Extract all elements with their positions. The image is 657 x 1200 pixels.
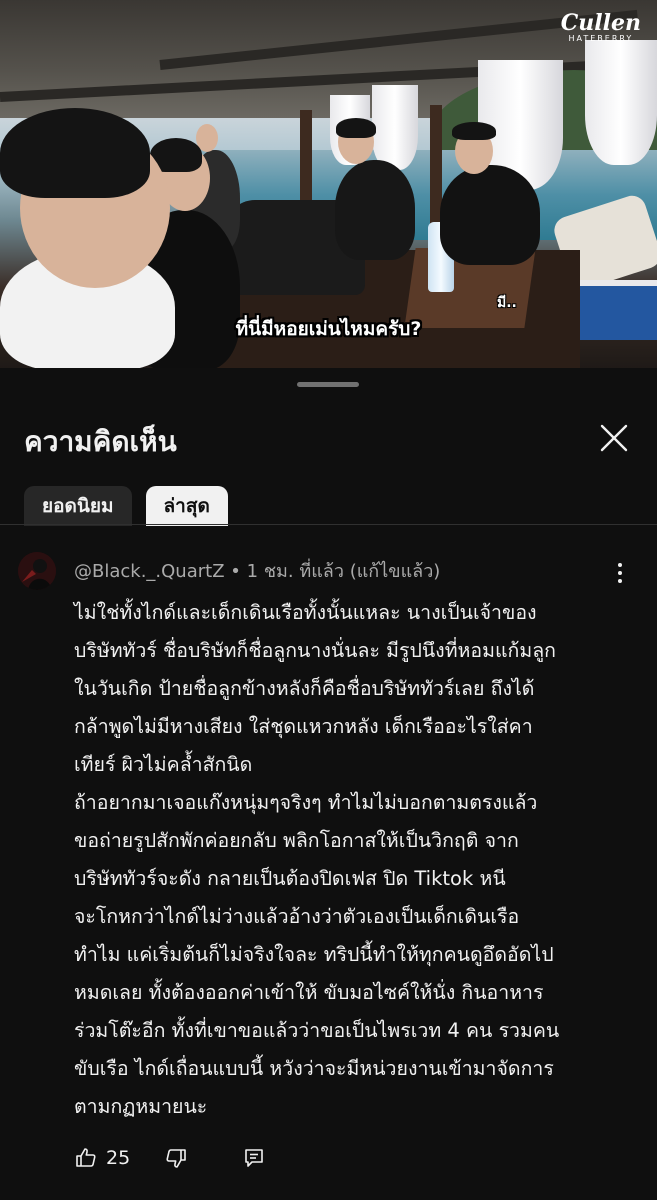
comment-line: บริษัททัวร์จะดัง กลายเป็นต้องปิดเฟส ปิด … <box>74 867 506 890</box>
thumbs-down-icon <box>166 1149 186 1168</box>
subtitle-side: มี.. <box>497 295 517 311</box>
person-hair <box>0 108 150 198</box>
reply-button[interactable] <box>242 1146 266 1170</box>
comment-edited: (แก้ไขแล้ว) <box>349 561 441 582</box>
thumbs-up-icon <box>76 1148 96 1167</box>
close-button[interactable] <box>592 416 636 460</box>
comment-line: ถ้าอยากมาเจอแก๊งหนุ่มๆจริงๆ ทำไมไม่บอกตา… <box>74 791 538 814</box>
comment-line: เทียร์ ผิวไม่คล้ำสักนิด <box>74 753 253 776</box>
sort-tabs: ยอดนิยม ล่าสุด <box>24 486 228 526</box>
like-button[interactable]: 25 <box>74 1146 130 1170</box>
comment-meta: @Black._.QuartZ • 1 ชม. ที่แล้ว (แก้ไขแล… <box>74 556 440 585</box>
dislike-button[interactable] <box>164 1146 188 1170</box>
sheet-title: ความคิดเห็น <box>24 425 177 458</box>
comment-line: หมดเลย ทั้งต้องออกค่าเข้าให้ ขับมอไซค์ให… <box>74 981 544 1004</box>
channel-watermark: Cullen HATEBERRY <box>561 12 641 43</box>
comment-line: ในวันเกิด ป้ายชื่อลูกข้างหลังก็คือชื่อบร… <box>74 677 535 700</box>
like-count: 25 <box>106 1147 131 1169</box>
watermark-sub-text: HATEBERRY <box>568 34 634 43</box>
tab-newest[interactable]: ล่าสุด <box>145 486 228 526</box>
comment-line: ตามกฏหมายนะ <box>74 1095 208 1118</box>
comment-author[interactable]: @Black._.QuartZ <box>74 561 225 582</box>
curtain <box>585 40 657 165</box>
video-frame[interactable]: Cullen HATEBERRY มี.. ที่นี่มีหอยเม่นไหม… <box>0 0 657 368</box>
more-vert-icon-dot <box>618 579 622 583</box>
sheet-drag-handle[interactable] <box>297 382 359 387</box>
comment-actions: 25 <box>74 1146 266 1170</box>
curtain <box>372 85 418 170</box>
meta-separator: • <box>230 561 241 582</box>
comment-line: ขอถ่ายรูปสักพักค่อยกลับ พลิกโอกาสให้เป็น… <box>74 829 519 852</box>
comment-line: บริษัททัวร์ ชื่อบริษัทก็ชื่อลูกนางนั่นละ… <box>74 639 556 662</box>
comments-sheet: ความคิดเห็น ยอดนิยม ล่าสุด @Black._.Quar… <box>0 368 657 1200</box>
comment-text: ไม่ใช่ทั้งไกด์และเด็กเดินเรือทั้งนั้นแหล… <box>74 594 644 1126</box>
person-woman <box>440 165 540 265</box>
avatar[interactable] <box>18 552 56 590</box>
close-icon <box>600 424 628 452</box>
tabs-divider <box>0 524 657 525</box>
person-hair <box>336 118 376 138</box>
person-back-center <box>335 160 415 260</box>
subtitle-main: ที่นี่มีหอยเม่นไหมครับ? <box>235 318 422 340</box>
comment-line: ร่วมโต๊ะอีก ทั้งที่เขาขอแล้วว่าขอเป็นไพร… <box>74 1019 560 1042</box>
comment-line: กล้าพูดไม่มีหางเสียง ใส่ชุดแหวกหลัง เด็ก… <box>74 715 533 738</box>
person-cap <box>452 122 496 140</box>
avatar-image <box>18 552 56 590</box>
comment-line: ทำไม แค่เริ่มต้นก็ไม่จริงใจละ ทริปนี้ทำใ… <box>74 943 554 966</box>
comment-line: ไม่ใช่ทั้งไกด์และเด็กเดินเรือทั้งนั้นแหล… <box>74 601 537 624</box>
reply-icon <box>245 1149 263 1167</box>
comment-line: ขับเรือ ไกด์เถื่อนแบบนี้ หวังว่าจะมีหน่ว… <box>74 1057 554 1080</box>
watermark-logo-text: Cullen <box>560 10 641 36</box>
comment-line: จะโกหกว่าไกด์ไม่ว่างแล้วอ้างว่าตัวเองเป็… <box>74 905 520 928</box>
tab-top[interactable]: ยอดนิยม <box>24 486 132 526</box>
comment-time: 1 ชม. ที่แล้ว <box>246 561 344 582</box>
more-vert-icon <box>618 563 622 567</box>
comment-menu-button[interactable] <box>608 558 632 588</box>
more-vert-icon-dot <box>618 571 622 575</box>
